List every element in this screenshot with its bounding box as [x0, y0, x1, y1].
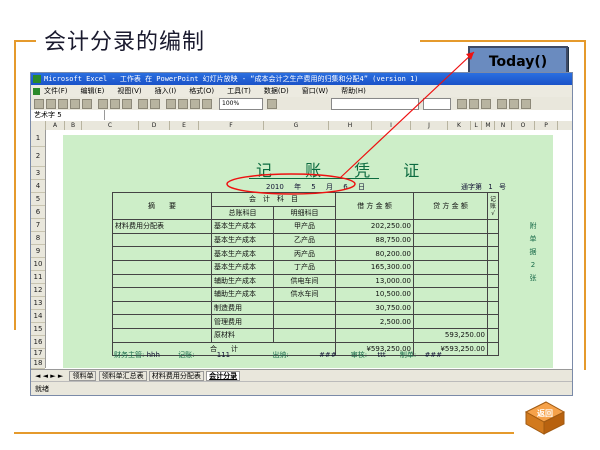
back-button[interactable]: 返回 [522, 398, 568, 438]
date-highlight-ellipse [226, 173, 356, 195]
annotation-overlay [226, 51, 475, 195]
annotation-arrow-line [339, 51, 475, 179]
svg-text:返回: 返回 [537, 408, 553, 418]
